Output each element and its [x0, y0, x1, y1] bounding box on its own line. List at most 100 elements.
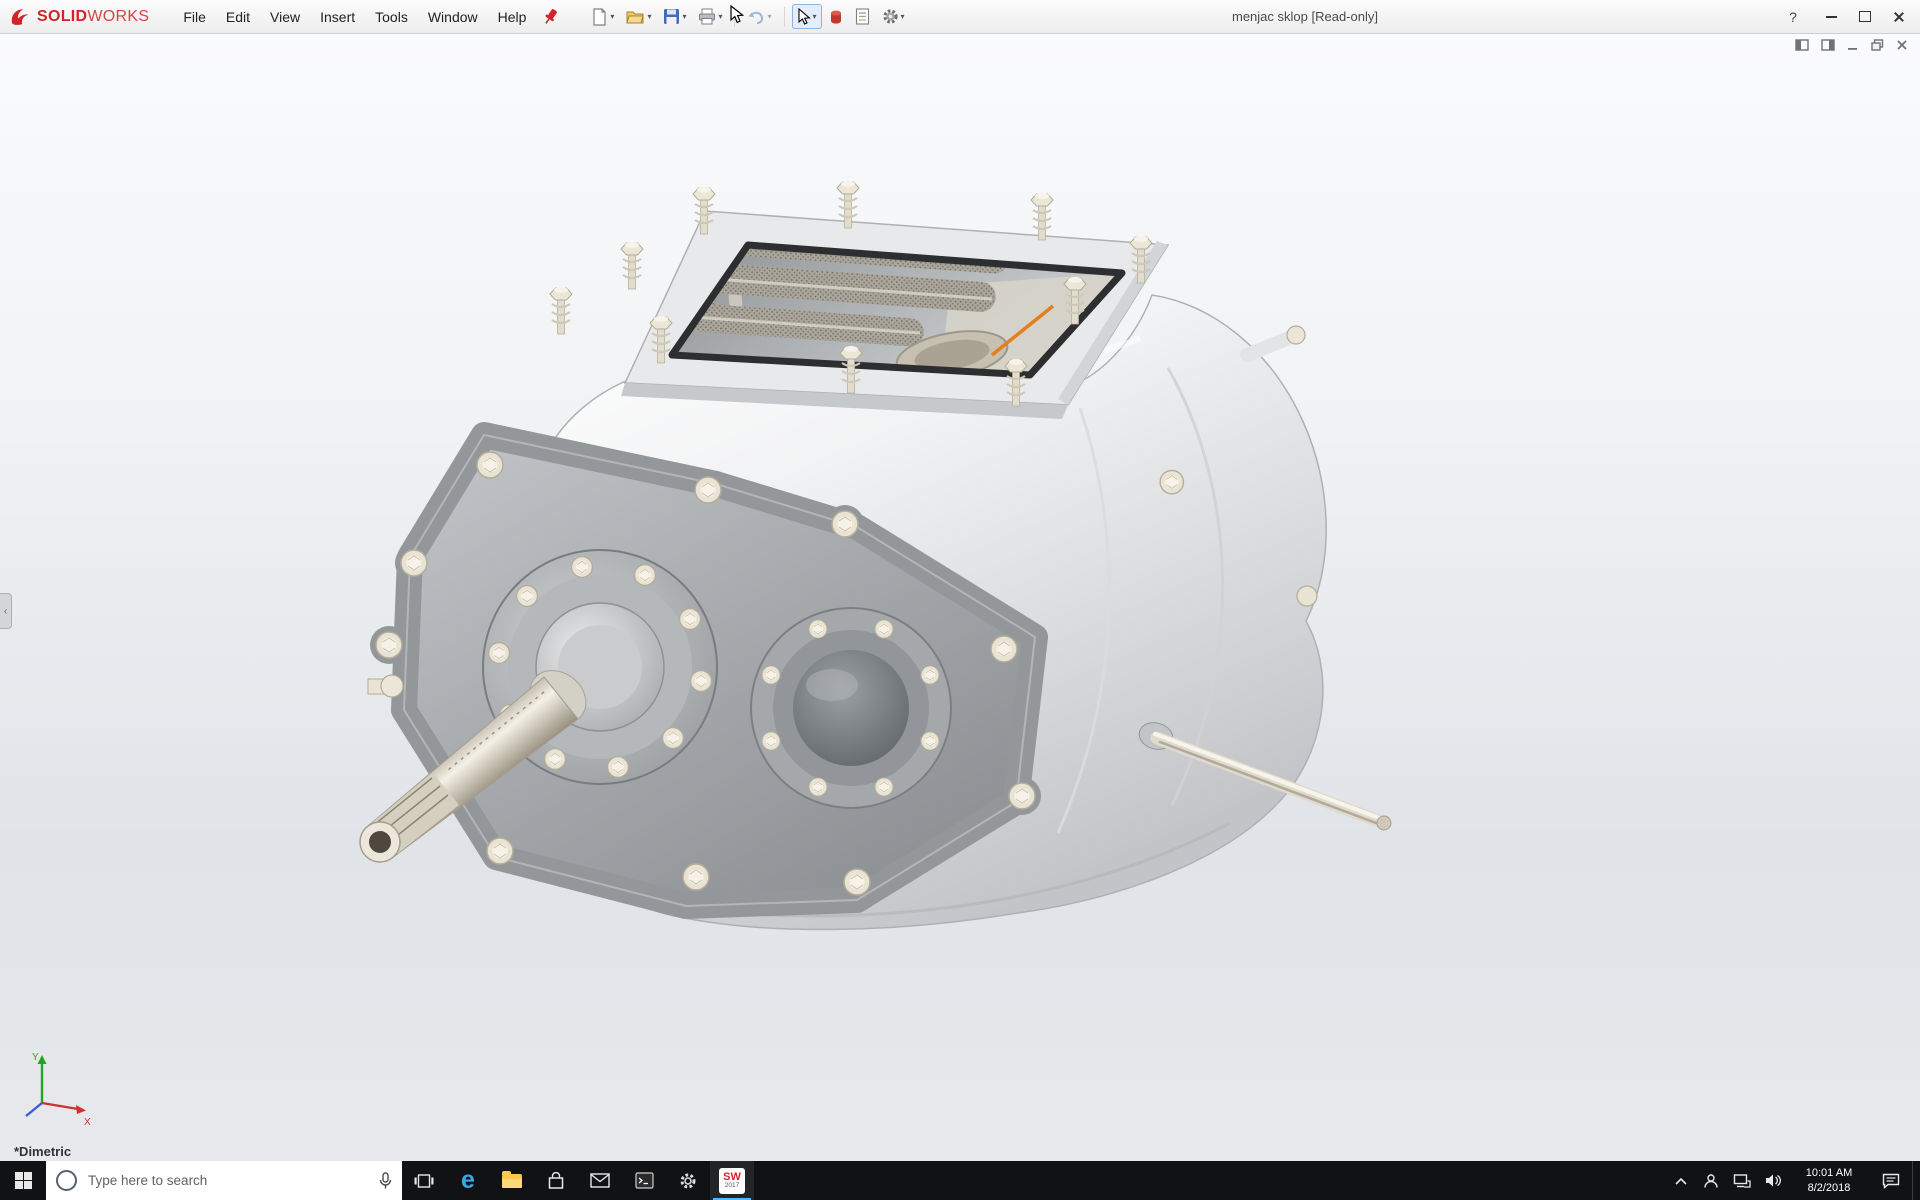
toolbar-separator [784, 7, 785, 27]
show-desktop-button[interactable] [1912, 1161, 1920, 1200]
solidworks-logo: SOLIDWORKS [0, 6, 159, 28]
panel-collapse-tab[interactable]: ‹ [0, 593, 12, 629]
pane-right-icon [1821, 39, 1835, 51]
microphone-icon[interactable] [379, 1172, 392, 1190]
pane-right-button[interactable] [1821, 39, 1835, 51]
menu-file[interactable]: File [173, 2, 216, 32]
document-window-controls [1795, 39, 1908, 51]
options-button[interactable]: ▾ [877, 4, 910, 29]
search-input[interactable] [86, 1172, 370, 1189]
help-button[interactable]: ? [1778, 9, 1808, 25]
solidworks-app-button[interactable]: SW 2017 [710, 1161, 754, 1200]
doc-minimize-button[interactable] [1847, 39, 1859, 51]
network-button[interactable] [1726, 1161, 1758, 1200]
open-button[interactable]: ▾ [621, 5, 656, 29]
gearbox-3d-model[interactable] [0, 33, 1920, 1161]
pin-menu-button[interactable] [542, 7, 560, 26]
select-tool-button[interactable]: ▾ [792, 4, 822, 29]
menu-insert[interactable]: Insert [310, 2, 365, 32]
minimize-icon [1826, 16, 1837, 18]
people-icon [1703, 1173, 1719, 1189]
view-orientation-label: *Dimetric [14, 1144, 71, 1159]
mail-button[interactable] [578, 1161, 622, 1200]
maximize-button[interactable] [1848, 0, 1882, 33]
file-explorer-button[interactable] [490, 1161, 534, 1200]
x-axis-arrow [76, 1105, 86, 1114]
new-document-button[interactable]: ▾ [586, 4, 619, 30]
save-floppy-icon [663, 8, 680, 25]
store-button[interactable] [534, 1161, 578, 1200]
menu-edit[interactable]: Edit [216, 2, 260, 32]
clock-date: 8/2/2018 [1808, 1181, 1851, 1195]
title-bar: SOLIDWORKS File Edit View Insert Tools W… [0, 0, 1920, 34]
window-controls: ? [1778, 0, 1916, 33]
properties-button[interactable] [850, 4, 875, 29]
settings-gear-icon [679, 1172, 697, 1190]
select-arrow-icon [797, 8, 811, 25]
close-button[interactable] [1882, 0, 1916, 33]
menu-window[interactable]: Window [418, 2, 488, 32]
undo-button[interactable]: ▾ [742, 5, 776, 29]
properties-sheet-icon [855, 8, 870, 25]
command-prompt-button[interactable] [622, 1161, 666, 1200]
volume-button[interactable] [1758, 1161, 1788, 1200]
appearances-button[interactable] [824, 5, 848, 29]
dropdown-caret[interactable]: ▾ [767, 13, 771, 21]
mouse-cursor [729, 5, 747, 25]
store-bag-icon [547, 1172, 565, 1190]
action-center-button[interactable] [1870, 1161, 1912, 1200]
new-document-icon [591, 8, 608, 26]
orientation-triad[interactable]: Y X [16, 1049, 96, 1131]
dropdown-caret[interactable]: ▾ [647, 13, 651, 21]
windows-taskbar: e [0, 1161, 1920, 1200]
undo-arrow-icon [747, 9, 765, 25]
doc-restore-button[interactable] [1871, 39, 1884, 51]
settings-button[interactable] [666, 1161, 710, 1200]
dropdown-caret[interactable]: ▾ [610, 13, 614, 21]
doc-close-button[interactable] [1896, 39, 1908, 51]
close-icon [1896, 39, 1908, 51]
people-button[interactable] [1696, 1161, 1726, 1200]
restore-icon [1871, 39, 1884, 51]
menu-bar: File Edit View Insert Tools Window Help [173, 2, 536, 32]
save-button[interactable]: ▾ [658, 4, 691, 29]
open-folder-icon [626, 9, 645, 25]
appearance-cylinder-icon [829, 9, 843, 25]
dropdown-caret[interactable]: ▾ [682, 13, 686, 21]
brand-name: SOLIDWORKS [37, 8, 149, 26]
graphics-viewport[interactable]: ‹ Y X *Dimetric [0, 33, 1920, 1161]
system-tray: 10:01 AM 8/2/2018 [1666, 1161, 1920, 1200]
gear-icon [882, 8, 899, 25]
y-axis-label: Y [32, 1052, 39, 1063]
maximize-icon [1859, 11, 1871, 22]
pane-left-button[interactable] [1795, 39, 1809, 51]
solidworks-window: SOLIDWORKS File Edit View Insert Tools W… [0, 0, 1920, 1200]
quick-toolbar: ▾ ▾ ▾ ▾ [586, 4, 909, 30]
pushpin-icon [542, 7, 560, 26]
task-view-button[interactable] [402, 1161, 446, 1200]
print-button[interactable]: ▾ [693, 4, 727, 29]
minimize-icon [1847, 39, 1859, 51]
menu-view[interactable]: View [260, 2, 310, 32]
taskbar-search[interactable] [46, 1161, 402, 1200]
minimize-button[interactable] [1814, 0, 1848, 33]
dropdown-caret[interactable]: ▾ [718, 13, 722, 21]
action-center-icon [1882, 1173, 1900, 1189]
edge-browser-button[interactable]: e [446, 1161, 490, 1200]
network-icon [1733, 1173, 1751, 1189]
console-icon [635, 1172, 654, 1189]
menu-help[interactable]: Help [488, 2, 537, 32]
clock-time: 10:01 AM [1806, 1166, 1852, 1180]
dropdown-caret[interactable]: ▾ [901, 13, 905, 21]
file-explorer-icon [502, 1174, 522, 1188]
menu-tools[interactable]: Tools [365, 2, 418, 32]
hidden-icons-button[interactable] [1666, 1161, 1696, 1200]
dropdown-caret[interactable]: ▾ [813, 13, 817, 21]
edge-icon: e [461, 1168, 475, 1193]
z-axis-arrow [26, 1103, 42, 1116]
start-button[interactable] [0, 1161, 46, 1200]
taskbar-clock[interactable]: 10:01 AM 8/2/2018 [1788, 1161, 1870, 1200]
volume-icon [1765, 1173, 1781, 1188]
mail-envelope-icon [590, 1173, 610, 1188]
side-cover [751, 608, 951, 808]
